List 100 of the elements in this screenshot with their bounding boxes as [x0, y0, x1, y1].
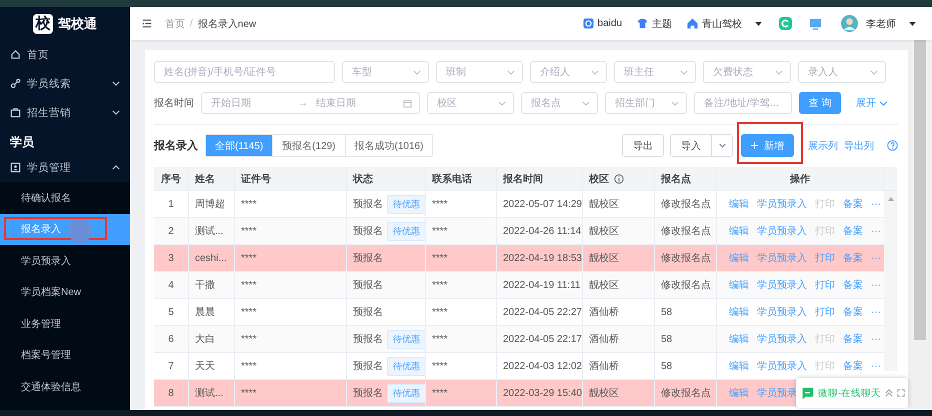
- chevron-down-icon: [591, 70, 599, 74]
- select-field[interactable]: 介绍人: [530, 61, 607, 83]
- action-link[interactable]: 编辑: [729, 305, 749, 319]
- plus-icon: [751, 142, 758, 149]
- table-cell: ****: [426, 353, 497, 379]
- fullscreen-icon[interactable]: [897, 389, 906, 397]
- action-link[interactable]: ···: [871, 334, 881, 344]
- help-icon[interactable]: [887, 140, 898, 151]
- double-chevron-up-icon[interactable]: [885, 389, 894, 397]
- action-link[interactable]: 编辑: [729, 359, 749, 373]
- sidebar-item[interactable]: 学员档案New: [0, 276, 130, 308]
- add-button[interactable]: 新增: [741, 134, 794, 157]
- sidebar-item[interactable]: 学员线索: [0, 69, 130, 98]
- action-link[interactable]: 打印: [815, 251, 835, 265]
- action-link[interactable]: 学员预录入: [757, 224, 807, 238]
- action-link[interactable]: 打印: [815, 305, 835, 319]
- search-button[interactable]: 查 询: [799, 92, 841, 114]
- action-link[interactable]: 编辑: [729, 251, 749, 265]
- menu-icon[interactable]: [142, 19, 152, 28]
- sidebar-item[interactable]: 待确认报名: [0, 182, 130, 214]
- sidebar-item[interactable]: 交通体验信息: [0, 371, 130, 402]
- select-field[interactable]: 欠费状态: [703, 61, 791, 83]
- table-cell: 修改报名点: [655, 191, 717, 217]
- action-link[interactable]: 学员预录: [757, 386, 797, 400]
- status-text: 预报名: [353, 252, 383, 265]
- action-link[interactable]: ···: [871, 280, 881, 290]
- table-cell: 晨晨: [189, 299, 235, 325]
- action-link[interactable]: 学员预录入: [757, 359, 807, 373]
- select-field[interactable]: 校区: [427, 92, 514, 114]
- header-link[interactable]: 主题: [637, 16, 672, 30]
- monitor-icon[interactable]: [809, 17, 822, 30]
- column-header: 证件号: [235, 167, 347, 190]
- sidebar-item[interactable]: 档案号管理: [0, 340, 130, 371]
- chevron-down-icon: [413, 70, 421, 74]
- sidebar-item[interactable]: 学员管理: [0, 153, 130, 182]
- table-cell: 酒仙桥: [583, 299, 655, 325]
- scrollbar[interactable]: [884, 191, 897, 371]
- header-link[interactable]: baidu: [582, 18, 622, 29]
- action-link[interactable]: 打印: [815, 278, 835, 292]
- user-name[interactable]: 李老师: [866, 16, 896, 30]
- expand-link[interactable]: 展开: [856, 96, 876, 110]
- scroll-up-icon[interactable]: [888, 197, 894, 201]
- sidebar-item[interactable]: 首页: [0, 40, 130, 69]
- action-link[interactable]: 备案: [843, 359, 863, 373]
- breadcrumb-item[interactable]: 首页: [165, 16, 185, 30]
- sidebar-item[interactable]: 业务管理: [0, 308, 130, 340]
- select-field[interactable]: 班制: [436, 61, 523, 83]
- action-link[interactable]: 备案: [843, 224, 863, 238]
- action-link[interactable]: 备案: [843, 278, 863, 292]
- table-cell: ****: [235, 191, 347, 217]
- action-link[interactable]: 备案: [843, 305, 863, 319]
- breadcrumb-item[interactable]: 报名录入new: [198, 16, 256, 30]
- avatar[interactable]: [841, 15, 858, 32]
- date-range-field[interactable]: 开始日期 → 结束日期: [201, 92, 420, 114]
- chevron-down-icon[interactable]: [879, 100, 888, 106]
- school-icon: [687, 18, 698, 29]
- input-field[interactable]: 姓名(拼音)/手机号/证件号: [154, 61, 335, 83]
- action-link[interactable]: 编辑: [729, 332, 749, 346]
- action-link[interactable]: ···: [871, 226, 881, 236]
- action-link[interactable]: 学员预录入: [757, 197, 807, 211]
- select-field[interactable]: 班主任: [614, 61, 696, 83]
- action-link[interactable]: 学员预录入: [757, 251, 807, 265]
- sidebar-item[interactable]: 报名录入: [0, 214, 130, 245]
- action-link[interactable]: 学员预录入: [757, 305, 807, 319]
- chat-widget[interactable]: 微聊-在线聊天: [796, 378, 908, 408]
- sidebar-item[interactable]: 学员预录入: [0, 245, 130, 276]
- status-text: 预报名: [353, 224, 383, 238]
- show-columns-link[interactable]: 展示列: [808, 138, 838, 152]
- action-link[interactable]: 编辑: [729, 386, 749, 400]
- table-cell: 3: [154, 245, 189, 271]
- select-field[interactable]: 录入人: [798, 61, 886, 83]
- export-button[interactable]: 导出: [622, 134, 664, 157]
- action-link[interactable]: 学员预录入: [757, 278, 807, 292]
- select-field[interactable]: 报名点: [521, 92, 598, 114]
- action-link[interactable]: 学员预录入: [757, 332, 807, 346]
- caret-icon[interactable]: [909, 22, 916, 26]
- action-link[interactable]: 编辑: [729, 197, 749, 211]
- action-link[interactable]: 备案: [843, 251, 863, 265]
- sidebar-item[interactable]: 招生营销: [0, 98, 130, 127]
- action-link[interactable]: ···: [871, 306, 881, 318]
- table-cell: 1: [154, 191, 189, 217]
- filter-tab[interactable]: 报名成功(1016): [344, 135, 432, 156]
- action-link[interactable]: ···: [871, 198, 881, 210]
- action-link[interactable]: ···: [871, 360, 881, 372]
- import-button[interactable]: 导入: [670, 134, 733, 157]
- select-field[interactable]: 招生部门: [605, 92, 687, 114]
- refresh-icon[interactable]: [779, 17, 792, 30]
- action-link[interactable]: ···: [871, 252, 881, 264]
- action-link[interactable]: 编辑: [729, 224, 749, 238]
- export-columns-link[interactable]: 导出列: [844, 138, 874, 152]
- select-field[interactable]: 车型: [342, 61, 429, 83]
- action-link[interactable]: 备案: [843, 197, 863, 211]
- action-link[interactable]: 编辑: [729, 278, 749, 292]
- header-link[interactable]: 青山驾校: [687, 16, 742, 30]
- table-cell: ****: [235, 380, 347, 406]
- table-cell: ceshi...: [189, 245, 235, 271]
- input-field[interactable]: 备注/地址/学驾…: [694, 92, 792, 114]
- caret-icon[interactable]: [755, 22, 762, 26]
- filter-tab[interactable]: 全部(1145): [206, 135, 272, 156]
- action-link[interactable]: 备案: [843, 332, 863, 346]
